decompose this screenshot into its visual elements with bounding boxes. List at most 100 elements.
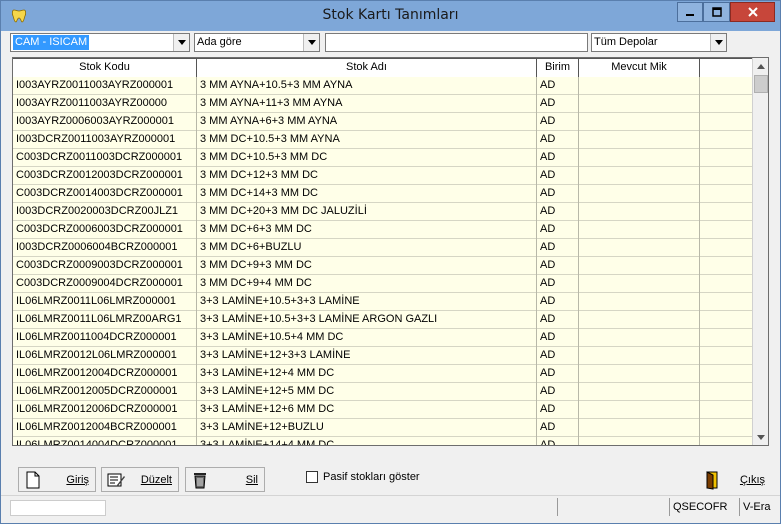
depot-select-value: Tüm Depolar bbox=[594, 36, 658, 48]
column-header-unit[interactable]: Birim bbox=[537, 58, 579, 77]
cell-unit: AD bbox=[537, 383, 579, 401]
status-user: QSECOFR bbox=[669, 498, 739, 516]
cell-unit: AD bbox=[537, 239, 579, 257]
cell-quantity bbox=[579, 113, 700, 131]
cell-stock-name: 3 MM DC+10.5+3 MM DC bbox=[197, 149, 537, 167]
sort-select[interactable]: Ada göre bbox=[194, 33, 320, 52]
cell-extra bbox=[700, 437, 753, 445]
close-icon bbox=[747, 7, 758, 17]
cell-stock-code: IL06LMRZ0012004BCRZ000001 bbox=[13, 419, 197, 437]
chevron-down-icon[interactable] bbox=[173, 34, 189, 51]
column-header-quantity[interactable]: Mevcut Mik bbox=[579, 58, 700, 77]
cell-stock-name: 3 MM AYNA+11+3 MM AYNA bbox=[197, 95, 537, 113]
cell-extra bbox=[700, 239, 753, 257]
exit-button[interactable]: Çıkış bbox=[698, 467, 771, 492]
cell-extra bbox=[700, 149, 753, 167]
chevron-up-icon bbox=[757, 63, 765, 69]
cell-stock-code: I003AYRZ0006003AYRZ000001 bbox=[13, 113, 197, 131]
table-row[interactable]: I003AYRZ0011003AYRZ000001 3 MM AYNA+10.5+… bbox=[13, 77, 753, 95]
column-header-stock-name[interactable]: Stok Adı bbox=[197, 58, 537, 77]
cell-stock-code: C003DCRZ0009004DCRZ000001 bbox=[13, 275, 197, 293]
cell-unit: AD bbox=[537, 185, 579, 203]
cell-quantity bbox=[579, 167, 700, 185]
cell-stock-code: I003AYRZ0011003AYRZ000001 bbox=[13, 77, 197, 95]
cell-quantity bbox=[579, 401, 700, 419]
table-row[interactable]: IL06LMRZ0012L06LMRZ000001 3+3 LAMİNE+12+3… bbox=[13, 347, 753, 365]
table-row[interactable]: IL06LMRZ0011004DCRZ000001 3+3 LAMİNE+10.5… bbox=[13, 329, 753, 347]
cell-stock-code: IL06LMRZ0011004DCRZ000001 bbox=[13, 329, 197, 347]
cell-extra bbox=[700, 329, 753, 347]
table-row[interactable]: IL06LMRZ0014004DCRZ000001 3+3 LAMİNE+14+4… bbox=[13, 437, 753, 445]
table-row[interactable]: IL06LMRZ0012005DCRZ000001 3+3 LAMİNE+12+5… bbox=[13, 383, 753, 401]
cell-stock-code: C003DCRZ0011003DCRZ000001 bbox=[13, 149, 197, 167]
table-row[interactable]: IL06LMRZ0012004DCRZ000001 3+3 LAMİNE+12+4… bbox=[13, 365, 753, 383]
table-row[interactable]: I003DCRZ0011003AYRZ000001 3 MM DC+10.5+3 … bbox=[13, 131, 753, 149]
title-bar[interactable]: Stok Kartı Tanımları bbox=[1, 1, 780, 31]
table-row[interactable]: C003DCRZ0014003DCRZ000001 3 MM DC+14+3 MM… bbox=[13, 185, 753, 203]
cell-quantity bbox=[579, 95, 700, 113]
cell-quantity bbox=[579, 419, 700, 437]
table-row[interactable]: I003DCRZ0020003DCRZ00JLZ1 3 MM DC+20+3 MM… bbox=[13, 203, 753, 221]
cell-quantity bbox=[579, 383, 700, 401]
vertical-scrollbar[interactable] bbox=[752, 58, 768, 445]
table-row[interactable]: I003AYRZ0011003AYRZ00000 3 MM AYNA+11+3 M… bbox=[13, 95, 753, 113]
cell-unit: AD bbox=[537, 203, 579, 221]
passive-stock-checkbox-box[interactable] bbox=[306, 471, 318, 483]
status-bar: QSECOFR V-Era bbox=[1, 495, 780, 517]
maximize-icon bbox=[711, 7, 722, 17]
table-row[interactable]: C003DCRZ0009003DCRZ000001 3 MM DC+9+3 MM … bbox=[13, 257, 753, 275]
cell-quantity bbox=[579, 365, 700, 383]
exit-button-label: Çıkış bbox=[739, 473, 765, 486]
table-row[interactable]: IL06LMRZ0012004BCRZ000001 3+3 LAMİNE+12+B… bbox=[13, 419, 753, 437]
chevron-down-icon[interactable] bbox=[710, 34, 726, 51]
new-button[interactable]: Giriş bbox=[18, 467, 96, 492]
cell-stock-code: IL06LMRZ0012006DCRZ000001 bbox=[13, 401, 197, 419]
table-row[interactable]: I003AYRZ0006003AYRZ000001 3 MM AYNA+6+3 M… bbox=[13, 113, 753, 131]
cell-stock-name: 3+3 LAMİNE+14+4 MM DC bbox=[197, 437, 537, 445]
table-row[interactable]: I003DCRZ0006004BCRZ000001 3 MM DC+6+BUZLU… bbox=[13, 239, 753, 257]
table-row[interactable]: C003DCRZ0012003DCRZ000001 3 MM DC+12+3 MM… bbox=[13, 167, 753, 185]
delete-button[interactable]: Sil bbox=[185, 467, 265, 492]
scroll-thumb[interactable] bbox=[754, 75, 768, 93]
cell-quantity bbox=[579, 275, 700, 293]
cell-unit: AD bbox=[537, 311, 579, 329]
stock-card-window: Stok Kartı Tanımları CAM - ISICAM Ada gö… bbox=[0, 0, 781, 524]
column-header-extra[interactable] bbox=[700, 58, 753, 77]
minimize-button[interactable] bbox=[677, 2, 703, 22]
delete-button-label: Sil bbox=[245, 473, 258, 486]
cell-unit: AD bbox=[537, 113, 579, 131]
cell-stock-name: 3+3 LAMİNE+12+4 MM DC bbox=[197, 365, 537, 383]
table-row[interactable]: C003DCRZ0009004DCRZ000001 3 MM DC+9+4 MM … bbox=[13, 275, 753, 293]
cell-extra bbox=[700, 311, 753, 329]
chevron-down-icon[interactable] bbox=[303, 34, 319, 51]
category-select[interactable]: CAM - ISICAM bbox=[10, 33, 190, 52]
cell-stock-name: 3 MM DC+20+3 MM DC JALUZİLİ bbox=[197, 203, 537, 221]
cell-stock-code: C003DCRZ0012003DCRZ000001 bbox=[13, 167, 197, 185]
table-row[interactable]: IL06LMRZ0011L06LMRZ000001 3+3 LAMİNE+10.5… bbox=[13, 293, 753, 311]
minimize-icon bbox=[686, 14, 694, 16]
column-header-stock-code[interactable]: Stok Kodu bbox=[13, 58, 197, 77]
grid-rows: I003AYRZ0011003AYRZ000001 3 MM AYNA+10.5+… bbox=[13, 77, 753, 445]
table-row[interactable]: IL06LMRZ0011L06LMRZ00ARG1 3+3 LAMİNE+10.5… bbox=[13, 311, 753, 329]
edit-button[interactable]: Düzelt bbox=[101, 467, 179, 492]
cell-quantity bbox=[579, 329, 700, 347]
cell-quantity bbox=[579, 203, 700, 221]
passive-stock-checkbox[interactable]: Pasif stokları göster bbox=[306, 471, 420, 483]
close-button[interactable] bbox=[730, 2, 775, 22]
button-bar: Giriş Düzelt Sil Pasif stokları göster Ç… bbox=[1, 467, 780, 493]
search-input[interactable] bbox=[325, 33, 588, 52]
scroll-up-button[interactable] bbox=[753, 58, 768, 74]
stock-grid[interactable]: Stok Kodu Stok Adı Birim Mevcut Mik I003… bbox=[12, 57, 769, 446]
cell-extra bbox=[700, 419, 753, 437]
maximize-button[interactable] bbox=[703, 2, 730, 22]
cell-stock-code: C003DCRZ0009003DCRZ000001 bbox=[13, 257, 197, 275]
cell-stock-name: 3+3 LAMİNE+12+BUZLU bbox=[197, 419, 537, 437]
cell-quantity bbox=[579, 149, 700, 167]
table-row[interactable]: C003DCRZ0011003DCRZ000001 3 MM DC+10.5+3 … bbox=[13, 149, 753, 167]
depot-select[interactable]: Tüm Depolar bbox=[591, 33, 727, 52]
edit-button-label: Düzelt bbox=[140, 473, 172, 486]
table-row[interactable]: IL06LMRZ0012006DCRZ000001 3+3 LAMİNE+12+6… bbox=[13, 401, 753, 419]
cell-unit: AD bbox=[537, 293, 579, 311]
table-row[interactable]: C003DCRZ0006003DCRZ000001 3 MM DC+6+3 MM … bbox=[13, 221, 753, 239]
scroll-down-button[interactable] bbox=[753, 429, 768, 445]
